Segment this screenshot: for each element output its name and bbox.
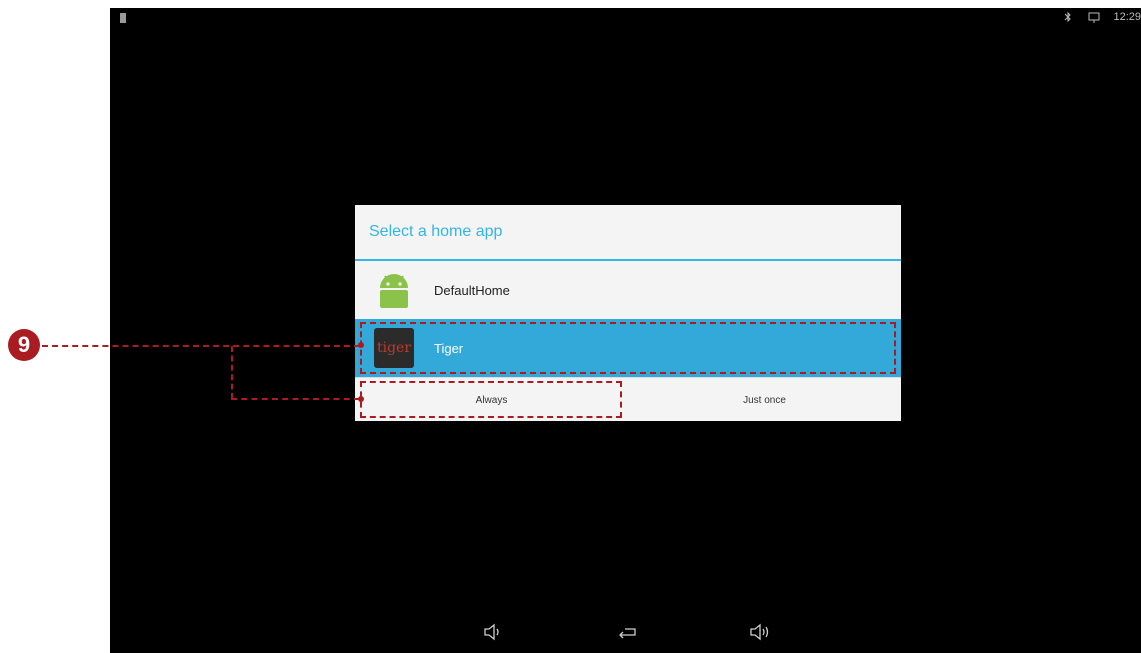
callout-line <box>42 345 360 347</box>
clock: 12:29 <box>1113 11 1141 23</box>
app-label: DefaultHome <box>434 282 510 298</box>
highlight-tiger-row <box>360 322 896 374</box>
ethernet-icon <box>1087 11 1101 23</box>
status-bar: 12:29 <box>1061 11 1141 23</box>
bluetooth-icon <box>1061 11 1075 23</box>
android-icon <box>372 268 416 312</box>
just-once-button[interactable]: Just once <box>628 378 901 422</box>
back-icon[interactable] <box>613 619 643 645</box>
highlight-always-button <box>360 381 622 418</box>
callout-badge: 9 <box>8 329 40 361</box>
app-option-defaulthome[interactable]: DefaultHome <box>355 261 901 319</box>
dialog-title: Select a home app <box>355 205 901 261</box>
navigation-bar <box>110 619 1141 647</box>
callout-connector <box>231 346 233 399</box>
volume-down-icon[interactable] <box>478 619 508 645</box>
callout-line-lower <box>231 398 360 400</box>
notification-icon <box>120 13 126 23</box>
volume-up-icon[interactable] <box>745 619 775 645</box>
